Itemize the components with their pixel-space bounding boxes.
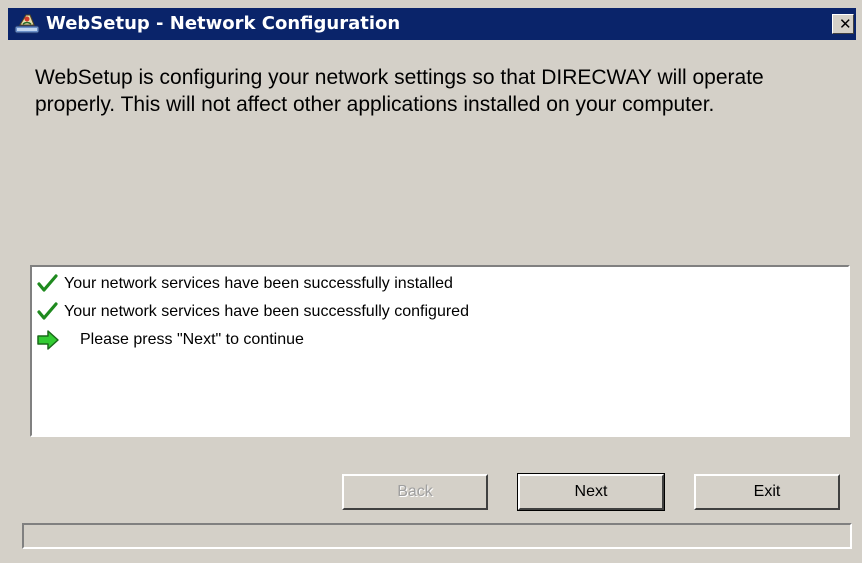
checkmark-icon [36,301,60,323]
close-button[interactable]: ✕ [832,14,854,34]
status-text-installed: Your network services have been successf… [64,275,453,292]
exit-button[interactable]: Exit [694,474,840,510]
arrow-right-icon [36,329,60,351]
status-text-configured: Your network services have been successf… [64,303,469,320]
next-button[interactable]: Next [517,473,665,511]
setup-window: WebSetup - Network Configuration ✕ WebSe… [0,0,862,563]
close-icon: ✕ [839,15,852,33]
status-text-continue: Please press "Next" to continue [80,331,304,348]
websetup-app-icon [14,12,40,36]
intro-text: WebSetup is configuring your network set… [35,66,764,116]
back-button[interactable]: Back [342,474,488,510]
title-bar[interactable]: WebSetup - Network Configuration ✕ [8,8,856,40]
status-list: Your network services have been successf… [30,265,850,437]
progress-bar [22,523,852,549]
checkmark-icon [36,273,60,295]
window-title: WebSetup - Network Configuration [46,13,401,34]
